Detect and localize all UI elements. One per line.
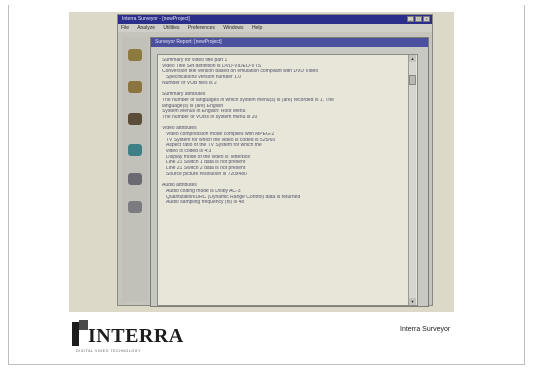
menu-analyze[interactable]: Analyze	[137, 25, 155, 31]
app-title-bar: Interra Surveyor - [newProject]	[118, 15, 432, 24]
report-title: Surveyor Report: [newProject]	[155, 39, 222, 45]
app-window: Interra Surveyor - [newProject] _ □ × Fi…	[117, 14, 433, 307]
close-button[interactable]: ×	[423, 16, 430, 22]
logo-tagline: DIGITAL VIDEO TECHNOLOGY	[76, 349, 141, 353]
menu-preferences[interactable]: Preferences	[188, 25, 215, 31]
scroll-thumb[interactable]	[409, 75, 416, 85]
report-text-area[interactable]: Summary for video title part 1 Video Titl…	[157, 54, 418, 306]
folder-icon[interactable]	[128, 49, 142, 61]
menu-file[interactable]: File	[121, 25, 129, 31]
scroll-down-icon[interactable]: ▼	[409, 298, 416, 305]
window-controls: _ □ ×	[407, 16, 430, 22]
scroll-up-icon[interactable]: ▲	[409, 55, 416, 62]
question-icon[interactable]	[128, 173, 142, 185]
minimize-button[interactable]: _	[407, 16, 414, 22]
report-title-bar: Surveyor Report: [newProject]	[151, 38, 428, 47]
tools-icon[interactable]	[128, 113, 142, 125]
app-title: Interra Surveyor - [newProject]	[122, 16, 190, 22]
interra-logo-icon	[72, 320, 88, 346]
figure-caption: Interra Surveyor	[400, 326, 451, 333]
menu-windows[interactable]: Windows	[223, 25, 243, 31]
open-folder-icon[interactable]	[128, 81, 142, 93]
globe-icon[interactable]	[128, 144, 142, 156]
menu-help[interactable]: Help	[252, 25, 262, 31]
maximize-button[interactable]: □	[415, 16, 422, 22]
logo-text: INTERRA	[88, 325, 184, 347]
report-line: Audio sampling frequency (fs) is 48	[166, 200, 245, 206]
report-lines: Summary for video title part 1 Video Titl…	[162, 58, 413, 206]
report-window: Surveyor Report: [newProject] Summary fo…	[150, 37, 429, 307]
menu-utilities[interactable]: Utilities	[163, 25, 179, 31]
settings-icon[interactable]	[128, 201, 142, 213]
side-toolbar	[122, 37, 148, 302]
menu-bar: File Analyze Utilities Preferences Windo…	[118, 24, 432, 32]
vertical-scrollbar[interactable]: ▲ ▼	[408, 55, 416, 305]
